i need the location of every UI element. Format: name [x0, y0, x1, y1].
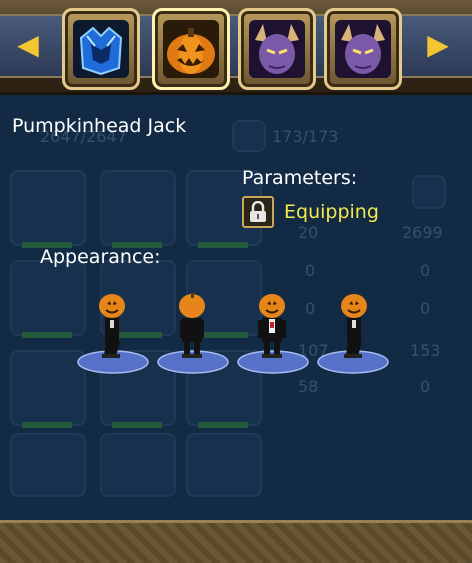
demon-icon	[249, 20, 305, 78]
equip-status[interactable]: Equipping	[242, 196, 379, 228]
tab-demon-1[interactable]	[238, 8, 316, 90]
appearance-pose-4[interactable]	[316, 290, 390, 380]
stat-ghost: 0	[420, 377, 431, 396]
stat-ghost: 0	[305, 261, 316, 280]
tab-pumpkin[interactable]	[152, 8, 230, 90]
tab-blue-armor[interactable]	[62, 8, 140, 90]
stat-ghost: 0	[420, 261, 431, 280]
tab-demon-2[interactable]	[324, 8, 402, 90]
equip-slot-ghost	[100, 433, 176, 497]
equip-slot-ghost	[100, 170, 176, 248]
demon-icon	[335, 20, 391, 78]
equip-slot-ghost	[186, 433, 262, 497]
stat-ghost: 153	[410, 341, 441, 360]
equip-status-text: Equipping	[284, 201, 379, 223]
appearance-label: Appearance:	[40, 246, 161, 268]
tab-bar: ◀ ▶	[0, 0, 472, 95]
stat-icon-ghost	[412, 175, 446, 209]
stat-ghost: 2699	[402, 223, 443, 242]
equip-slot-ghost	[10, 350, 86, 428]
lock-icon	[242, 196, 274, 228]
pumpkin-icon	[163, 20, 219, 78]
mp-value-ghost: 173/173	[272, 127, 339, 146]
appearance-pose-3[interactable]	[236, 290, 310, 380]
blue-armor-icon	[73, 20, 129, 78]
bottom-border	[0, 520, 472, 563]
triangle-left-icon[interactable]: ◀	[8, 20, 48, 68]
equip-slot-ghost	[10, 433, 86, 497]
character-name: Pumpkinhead Jack	[12, 115, 187, 137]
equip-slot-ghost	[10, 170, 86, 248]
appearance-pose-2[interactable]	[156, 290, 230, 380]
triangle-right-icon[interactable]: ▶	[418, 20, 458, 68]
stat-ghost: 0	[420, 299, 431, 318]
mp-icon-ghost	[232, 120, 266, 152]
equip-slot-ghost	[10, 260, 86, 338]
parameters-label: Parameters:	[242, 167, 358, 189]
appearance-pose-1[interactable]	[76, 290, 150, 380]
